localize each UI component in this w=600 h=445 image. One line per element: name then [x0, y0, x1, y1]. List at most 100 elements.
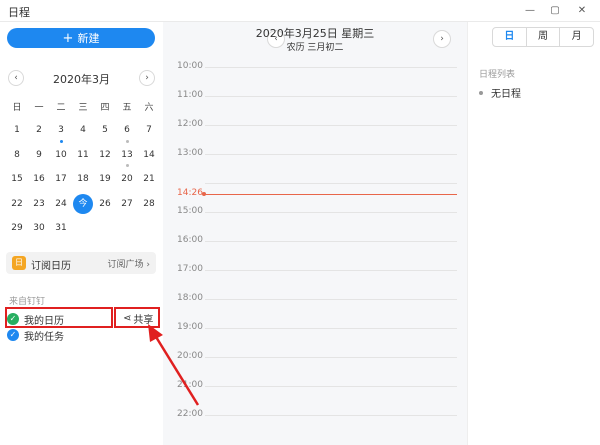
hour-label: 19:00	[177, 322, 203, 332]
maximize-button[interactable]: ▢	[545, 2, 565, 20]
calendar-day-number: 6	[124, 125, 130, 135]
calendar-day-today[interactable]: 今	[72, 193, 94, 219]
calendar-day[interactable]: 17	[50, 169, 72, 194]
current-time-label: 14:26	[177, 188, 203, 198]
calendar-icon: 日	[12, 256, 26, 270]
lunar-date: 农历 三月初二	[286, 43, 344, 53]
weekday-label: 二	[56, 103, 66, 113]
weekday-label: 一	[34, 103, 44, 113]
today-marker: 今	[73, 193, 93, 214]
calendar-day[interactable]: 4	[72, 120, 94, 145]
subscribe-label: 订阅日历	[31, 261, 71, 272]
calendar-day[interactable]: 19	[94, 169, 116, 194]
close-button[interactable]: ✕	[572, 2, 592, 20]
bullet-icon	[479, 90, 483, 95]
hour-label: 22:00	[177, 409, 203, 419]
calendar-day[interactable]: 11	[72, 145, 94, 170]
event-dot-icon	[125, 139, 129, 143]
subscribe-calendar-bar[interactable]: 日 订阅日历 订阅广场 ›	[6, 252, 156, 274]
new-event-button[interactable]: + 新建	[7, 28, 155, 48]
calendar-day[interactable]: 1	[6, 120, 28, 145]
minimize-button[interactable]: —	[520, 2, 540, 20]
calendar-day[interactable]: 12	[94, 145, 116, 170]
calendar-day[interactable]: 8	[6, 145, 28, 170]
weekday-label: 五	[122, 103, 132, 113]
calendar-day[interactable]: 16	[28, 169, 50, 194]
highlight-box-calendar	[5, 307, 113, 328]
hour-label: 12:00	[177, 119, 203, 129]
weekday-label: 日	[12, 103, 22, 113]
subscribe-square-link[interactable]: 订阅广场 ›	[108, 257, 150, 270]
plus-icon: +	[62, 30, 74, 46]
view-switcher: 日 周 月	[492, 27, 594, 47]
calendar-day[interactable]: 31	[50, 218, 72, 243]
hour-line	[205, 96, 457, 97]
hour-label: 17:00	[177, 264, 203, 274]
calendar-day[interactable]: 14	[138, 145, 160, 170]
tab-week[interactable]: 周	[527, 28, 561, 46]
weekday-label: 三	[78, 103, 88, 113]
new-button-label: 新建	[77, 32, 100, 45]
sidebar: + 新建 ‹ 2020年3月 › 日 一 二 三 四 五 六 1 2 3 4 5…	[0, 22, 163, 445]
hour-line	[205, 241, 457, 242]
next-day-button[interactable]: ›	[433, 30, 451, 48]
calendar-day[interactable]: 6	[116, 120, 138, 145]
hour-line	[205, 67, 457, 68]
weekday-label: 六	[144, 103, 154, 113]
calendar-day[interactable]: 30	[28, 218, 50, 243]
hour-line	[205, 386, 457, 387]
tab-month[interactable]: 月	[560, 28, 593, 46]
window-title: 日程	[8, 6, 30, 19]
calendar-day[interactable]: 23	[28, 194, 50, 219]
mini-calendar-header: ‹ 2020年3月 ›	[0, 68, 163, 88]
event-dot-icon	[125, 164, 129, 167]
calendar-day[interactable]: 28	[138, 194, 160, 219]
calendar-item-label: 我的任务	[24, 331, 64, 343]
hour-line	[205, 299, 457, 300]
calendar-day-number: 13	[121, 149, 133, 160]
calendar-day[interactable]: 29	[6, 218, 28, 243]
event-dot-icon	[59, 139, 63, 143]
calendar-source-label: 来自钉钉	[9, 297, 46, 307]
calendar-item-my-tasks[interactable]: ✓ 我的任务	[7, 327, 64, 343]
calendar-day-number: 3	[58, 125, 64, 135]
calendar-day[interactable]: 9	[28, 145, 50, 170]
highlight-box-share	[114, 307, 160, 328]
hour-label: 16:00	[177, 235, 203, 245]
tab-day[interactable]: 日	[493, 28, 527, 46]
calendar-day[interactable]: 22	[6, 194, 28, 219]
calendar-day[interactable]: 15	[6, 169, 28, 194]
calendar-day[interactable]: 18	[72, 169, 94, 194]
hour-line	[205, 183, 457, 184]
hour-line	[205, 154, 457, 155]
calendar-day[interactable]: 21	[138, 169, 160, 194]
calendar-day[interactable]: 10	[50, 145, 72, 170]
hour-line	[205, 415, 457, 416]
next-month-button[interactable]: ›	[139, 70, 155, 86]
date-title: 2020年3月25日 星期三	[255, 27, 375, 40]
hour-line	[205, 270, 457, 271]
empty-schedule-item: 无日程	[479, 85, 521, 100]
calendar-day[interactable]: 13	[116, 145, 138, 170]
calendar-day[interactable]: 27	[116, 194, 138, 219]
mini-calendar-days: 1 2 3 4 5 6 7 8 9 10 11 12 13 14 15 16 1…	[6, 120, 160, 243]
hour-label: 11:00	[177, 90, 203, 100]
calendar-day[interactable]: 2	[28, 120, 50, 145]
title-bar: 日程 — ▢ ✕	[0, 0, 600, 22]
hour-line	[205, 125, 457, 126]
calendar-day[interactable]: 24	[50, 194, 72, 219]
check-icon[interactable]: ✓	[7, 329, 19, 341]
hour-label: 20:00	[177, 351, 203, 361]
calendar-day[interactable]: 3	[50, 120, 72, 145]
calendar-day[interactable]: 26	[94, 194, 116, 219]
calendar-day[interactable]: 20	[116, 169, 138, 194]
schedule-list-label: 日程列表	[479, 70, 516, 80]
schedule-panel: 日 周 月 日程列表 无日程	[467, 22, 600, 445]
weekday-label: 四	[100, 103, 110, 113]
hour-label: 13:00	[177, 148, 203, 158]
timeline[interactable]: 10:00 11:00 12:00 13:00 14:26 15:00 16:0…	[163, 58, 467, 445]
calendar-day[interactable]: 5	[94, 120, 116, 145]
mini-calendar-weekdays: 日 一 二 三 四 五 六	[6, 100, 160, 113]
calendar-day[interactable]: 7	[138, 120, 160, 145]
hour-label: 10:00	[177, 61, 203, 71]
